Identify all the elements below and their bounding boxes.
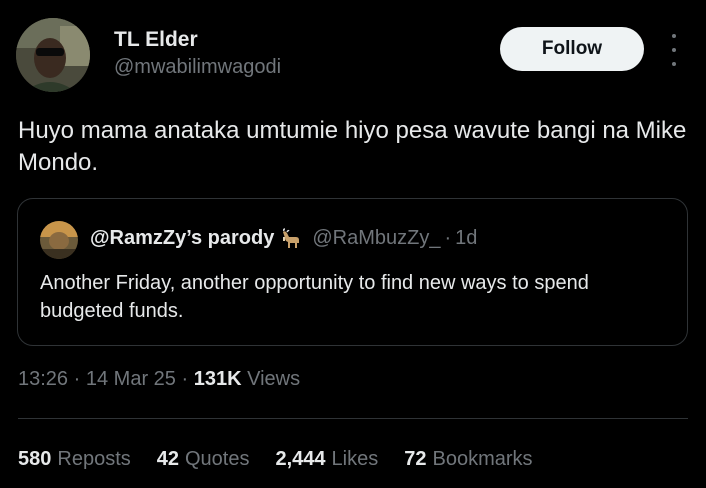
quote-timestamp[interactable]: 1d: [455, 227, 477, 250]
engagement-stats: 580 Reposts 42 Quotes 2,444 Likes 72 Bookmar…: [18, 448, 559, 471]
stat-count: 42: [156, 448, 179, 470]
author-avatar[interactable]: [16, 18, 90, 92]
tweet-time[interactable]: 13:26: [18, 368, 68, 390]
author-name[interactable]: TL Elder: [114, 28, 198, 52]
stat-quotes[interactable]: 42 Quotes: [157, 448, 250, 471]
views-count: 131K: [193, 368, 242, 390]
stat-label: Bookmarks: [432, 448, 533, 470]
quote-separator: ·: [444, 227, 452, 249]
stat-count: 2,444: [275, 448, 326, 470]
author-handle[interactable]: @mwabilimwagodi: [114, 56, 281, 79]
quoted-tweet-card[interactable]: @RamzZy’s parody @RaMbuzZy_ · 1d Another…: [17, 198, 688, 346]
stat-reposts[interactable]: 580 Reposts: [18, 448, 131, 471]
tweet-date[interactable]: 14 Mar 25: [86, 368, 176, 390]
divider: [18, 418, 688, 419]
follow-button[interactable]: Follow: [500, 27, 644, 71]
more-options-icon[interactable]: [664, 34, 684, 66]
more-dot: [672, 34, 676, 38]
stat-label: Likes: [331, 448, 379, 470]
quote-header: @RamzZy’s parody @RaMbuzZy_ · 1d: [90, 227, 477, 250]
tweet-text: Huyo mama anataka umtumie hiyo pesa wavu…: [18, 117, 687, 176]
stat-bookmarks[interactable]: 72 Bookmarks: [404, 448, 532, 471]
goat-icon: [280, 227, 302, 250]
quote-author-avatar[interactable]: [40, 221, 78, 259]
stat-count: 72: [404, 448, 427, 470]
meta-separator: ·: [181, 368, 189, 390]
quote-author-name[interactable]: @RamzZy’s parody: [90, 227, 274, 250]
quote-text: Another Friday, another opportunity to f…: [40, 272, 589, 322]
more-dot: [672, 62, 676, 66]
quote-author-handle[interactable]: @RaMbuzZy_: [312, 227, 440, 250]
more-dot: [672, 48, 676, 52]
stat-likes[interactable]: 2,444 Likes: [275, 448, 378, 471]
views-label: Views: [247, 368, 301, 390]
meta-separator: ·: [73, 368, 81, 390]
stat-label: Quotes: [185, 448, 250, 470]
stat-count: 580: [18, 448, 52, 470]
stat-label: Reposts: [57, 448, 131, 470]
tweet-meta: 13:26 · 14 Mar 25 · 131K Views: [18, 368, 300, 391]
